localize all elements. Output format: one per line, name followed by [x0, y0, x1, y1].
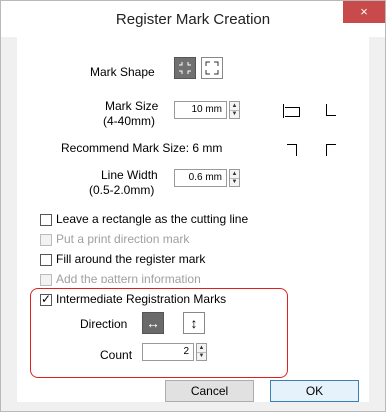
direction-vertical-button[interactable]: ↕	[183, 312, 205, 334]
mark-preview-corner-tr-icon	[287, 144, 297, 156]
mark-size-label: Mark Size	[105, 99, 159, 113]
leave-rectangle-label[interactable]: Leave a rectangle as the cutting line	[56, 212, 248, 226]
print-direction-label: Put a print direction mark	[56, 232, 190, 246]
mark-shape-corner-button[interactable]	[174, 57, 196, 79]
line-width-label: Line Width	[101, 168, 158, 182]
mark-size-range: (4-40mm)	[103, 114, 156, 128]
pattern-info-label: Add the pattern information	[56, 272, 201, 283]
mark-shape-crop-button[interactable]	[201, 57, 223, 79]
pattern-info-checkbox	[40, 274, 52, 286]
title-bar: Register Mark Creation ×	[1, 1, 385, 37]
cancel-button[interactable]: Cancel	[165, 380, 254, 402]
close-icon: ×	[360, 4, 368, 19]
intermediate-marks-label[interactable]: Intermediate Registration Marks	[56, 292, 226, 306]
fill-around-label[interactable]: Fill around the register mark	[56, 252, 205, 266]
line-width-spinner[interactable]: ▲ ▼	[229, 169, 240, 187]
count-spinner[interactable]: ▲ ▼	[196, 343, 207, 361]
dialog-content: Mark Shape Mark Size (4-40mm) 10 mm ▲ ▼	[17, 37, 369, 402]
count-input[interactable]: 2	[142, 343, 194, 361]
line-width-input[interactable]: 0.6 mm	[174, 169, 227, 187]
mark-size-spinner[interactable]: ▲ ▼	[229, 101, 240, 119]
spin-down-icon[interactable]: ▼	[230, 178, 239, 186]
mark-size-input[interactable]: 10 mm	[174, 101, 227, 119]
recommend-size-text: Recommend Mark Size: 6 mm	[61, 141, 223, 155]
mark-preview-tick-icon	[283, 104, 284, 118]
dialog-title: Register Mark Creation	[115, 11, 271, 28]
corner-marks-icon	[179, 62, 191, 74]
spin-down-icon[interactable]: ▼	[230, 110, 239, 118]
crop-marks-icon	[205, 61, 219, 75]
spin-down-icon[interactable]: ▼	[197, 352, 206, 360]
intermediate-marks-checkbox[interactable]	[40, 292, 52, 306]
mark-shape-label: Mark Shape	[90, 65, 155, 79]
ok-button[interactable]: OK	[270, 380, 359, 402]
mark-preview-rect-icon	[285, 107, 300, 117]
line-width-range: (0.5-2.0mm)	[89, 183, 155, 197]
count-label: Count	[100, 348, 133, 362]
close-button[interactable]: ×	[343, 1, 385, 23]
dialog-window: Register Mark Creation × Mark Shape Mark…	[0, 0, 386, 412]
print-direction-checkbox	[40, 234, 52, 246]
direction-label: Direction	[80, 317, 128, 331]
leave-rectangle-checkbox[interactable]	[40, 214, 52, 226]
direction-horizontal-button[interactable]: ↔	[142, 312, 164, 334]
vertical-arrow-icon: ↕	[190, 315, 198, 331]
mark-preview-corner-bl-icon	[326, 104, 336, 116]
fill-around-checkbox[interactable]	[40, 254, 52, 266]
mark-preview-corner-tl-icon	[326, 144, 336, 156]
horizontal-arrow-icon: ↔	[146, 315, 160, 331]
